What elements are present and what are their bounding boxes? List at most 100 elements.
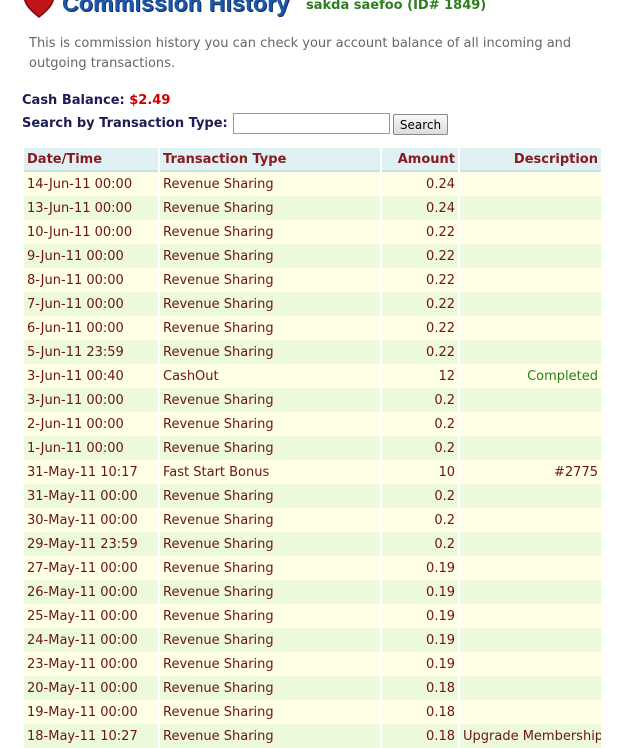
table-row: 31-May-11 00:00 Revenue Sharing 0.2 — [24, 484, 601, 508]
cell-type: Revenue Sharing — [160, 436, 380, 460]
cell-amount: 0.2 — [382, 508, 458, 532]
cash-balance-label: Cash Balance: — [22, 93, 125, 108]
cell-description — [460, 436, 601, 460]
cell-date: 25-May-11 00:00 — [24, 604, 158, 628]
column-header-type[interactable]: Transaction Type — [160, 148, 380, 172]
cell-date: 29-May-11 23:59 — [24, 532, 158, 556]
cell-description — [460, 196, 601, 220]
cell-description — [460, 412, 601, 436]
cell-description: Completed — [460, 364, 601, 388]
cell-description — [460, 340, 601, 364]
cell-amount: 0.19 — [382, 556, 458, 580]
cell-date: 24-May-11 00:00 — [24, 628, 158, 652]
cell-amount: 0.19 — [382, 580, 458, 604]
cell-amount: 0.22 — [382, 220, 458, 244]
cell-amount: 0.18 — [382, 676, 458, 700]
cell-type: Revenue Sharing — [160, 292, 380, 316]
cell-date: 10-Jun-11 00:00 — [24, 220, 158, 244]
cell-description — [460, 532, 601, 556]
cell-description — [460, 580, 601, 604]
cell-description — [460, 172, 601, 196]
cell-date: 23-May-11 00:00 — [24, 652, 158, 676]
cell-type: Revenue Sharing — [160, 268, 380, 292]
cash-balance-value: $2.49 — [129, 93, 171, 108]
table-row: 7-Jun-11 00:00 Revenue Sharing 0.22 — [24, 292, 601, 316]
column-header-amount[interactable]: Amount — [382, 148, 458, 172]
column-header-date[interactable]: Date/Time — [24, 148, 158, 172]
intro-text: This is commission history you can check… — [29, 36, 572, 71]
cell-date: 2-Jun-11 00:00 — [24, 412, 158, 436]
cell-description — [460, 244, 601, 268]
cell-amount: 0.22 — [382, 244, 458, 268]
cell-description — [460, 316, 601, 340]
cell-date: 7-Jun-11 00:00 — [24, 292, 158, 316]
table-row: 20-May-11 00:00 Revenue Sharing 0.18 — [24, 676, 601, 700]
cell-date: 31-May-11 00:00 — [24, 484, 158, 508]
cell-description: #2775 — [460, 460, 601, 484]
cell-amount: 0.18 — [382, 700, 458, 724]
cell-description — [460, 508, 601, 532]
table-row: 3-Jun-11 00:40 CashOut 12 Completed — [24, 364, 601, 388]
search-input[interactable] — [233, 113, 390, 134]
search-label: Search by Transaction Type: — [22, 116, 228, 131]
cell-type: Revenue Sharing — [160, 244, 380, 268]
cell-description — [460, 220, 601, 244]
heart-logo-icon — [24, 0, 54, 18]
table-row: 5-Jun-11 23:59 Revenue Sharing 0.22 — [24, 340, 601, 364]
table-row: 27-May-11 00:00 Revenue Sharing 0.19 — [24, 556, 601, 580]
table-row: 26-May-11 00:00 Revenue Sharing 0.19 — [24, 580, 601, 604]
cell-type: Revenue Sharing — [160, 628, 380, 652]
cell-date: 3-Jun-11 00:40 — [24, 364, 158, 388]
cell-type: Revenue Sharing — [160, 676, 380, 700]
cell-description — [460, 556, 601, 580]
cash-balance: Cash Balance: $2.49 — [22, 93, 170, 108]
cell-amount: 0.19 — [382, 604, 458, 628]
cell-type: Revenue Sharing — [160, 724, 380, 748]
cell-description — [460, 676, 601, 700]
table-row: 23-May-11 00:00 Revenue Sharing 0.19 — [24, 652, 601, 676]
cell-type: Revenue Sharing — [160, 340, 380, 364]
cell-description — [460, 604, 601, 628]
table-row: 30-May-11 00:00 Revenue Sharing 0.2 — [24, 508, 601, 532]
cell-amount: 0.22 — [382, 292, 458, 316]
cell-date: 18-May-11 10:27 — [24, 724, 158, 748]
cell-date: 14-Jun-11 00:00 — [24, 172, 158, 196]
cell-type: Revenue Sharing — [160, 532, 380, 556]
page-title: Commission History — [62, 0, 290, 16]
cell-date: 19-May-11 00:00 — [24, 700, 158, 724]
cell-date: 26-May-11 00:00 — [24, 580, 158, 604]
cell-type: Revenue Sharing — [160, 508, 380, 532]
table-row: 14-Jun-11 00:00 Revenue Sharing 0.24 — [24, 172, 601, 196]
table-row: 24-May-11 00:00 Revenue Sharing 0.19 — [24, 628, 601, 652]
cell-date: 9-Jun-11 00:00 — [24, 244, 158, 268]
cell-amount: 0.2 — [382, 532, 458, 556]
table-row: 2-Jun-11 00:00 Revenue Sharing 0.2 — [24, 412, 601, 436]
cell-date: 13-Jun-11 00:00 — [24, 196, 158, 220]
column-header-description[interactable]: Description — [460, 148, 601, 172]
cell-type: Revenue Sharing — [160, 412, 380, 436]
cell-date: 1-Jun-11 00:00 — [24, 436, 158, 460]
cell-amount: 0.2 — [382, 484, 458, 508]
table-row: 19-May-11 00:00 Revenue Sharing 0.18 — [24, 700, 601, 724]
table-row: 25-May-11 00:00 Revenue Sharing 0.19 — [24, 604, 601, 628]
cell-type: Revenue Sharing — [160, 604, 380, 628]
cell-amount: 0.22 — [382, 316, 458, 340]
cell-type: Revenue Sharing — [160, 220, 380, 244]
transactions-table: Date/Time Transaction Type Amount Descri… — [22, 148, 603, 748]
cell-amount: 0.2 — [382, 412, 458, 436]
table-row: 3-Jun-11 00:00 Revenue Sharing 0.2 — [24, 388, 601, 412]
cell-description — [460, 700, 601, 724]
cell-date: 5-Jun-11 23:59 — [24, 340, 158, 364]
cell-date: 30-May-11 00:00 — [24, 508, 158, 532]
cell-date: 27-May-11 00:00 — [24, 556, 158, 580]
cell-amount: 10 — [382, 460, 458, 484]
cell-amount: 0.22 — [382, 340, 458, 364]
cell-type: Fast Start Bonus — [160, 460, 380, 484]
cell-type: Revenue Sharing — [160, 388, 380, 412]
cell-description — [460, 268, 601, 292]
page-header: Commission History sakda saefoo (ID# 184… — [0, 0, 622, 22]
cell-type: Revenue Sharing — [160, 316, 380, 340]
search-button[interactable]: Search — [393, 114, 448, 135]
table-header-row: Date/Time Transaction Type Amount Descri… — [24, 148, 601, 172]
cell-description: Upgrade Membership — [460, 724, 601, 748]
